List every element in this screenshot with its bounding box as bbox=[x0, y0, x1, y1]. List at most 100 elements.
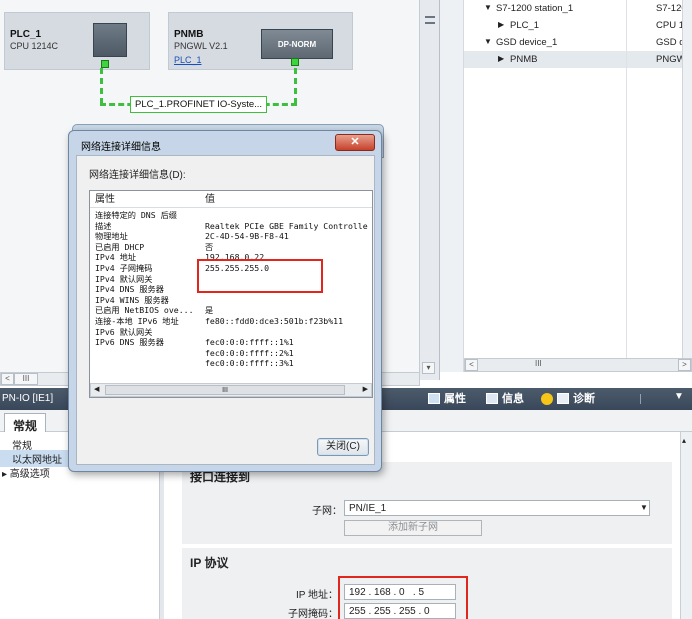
tree-gutter bbox=[440, 0, 464, 372]
close-icon[interactable]: ✕ bbox=[335, 134, 375, 151]
col-value-header: 值 bbox=[205, 194, 215, 205]
scroll-thumb[interactable]: III bbox=[105, 385, 345, 395]
detail-value: fec0:0:0:ffff::3%1 bbox=[205, 358, 294, 369]
scroll-left-button[interactable]: < bbox=[1, 373, 14, 385]
tree-name: GSD device_1 bbox=[496, 37, 558, 48]
view-splitter[interactable]: ▾ bbox=[420, 0, 440, 380]
col-property-header: 属性 bbox=[95, 194, 115, 205]
scroll-left-icon[interactable]: ◀ bbox=[91, 384, 102, 394]
info-badge-icon bbox=[541, 393, 553, 405]
detail-property: IPv4 地址 bbox=[95, 252, 137, 263]
plc1-name: PLC_1 bbox=[10, 29, 42, 40]
detail-property: IPv4 DNS 服务器 bbox=[95, 284, 164, 295]
plc-image-icon bbox=[93, 23, 127, 57]
chevron-right-icon[interactable]: ▶ bbox=[498, 20, 504, 29]
chevron-down-icon[interactable]: ▼ bbox=[484, 37, 492, 46]
nav-advanced-options[interactable]: ▸ 高级选项 bbox=[0, 464, 62, 481]
table-row[interactable]: ▶ PNMB PNGWL ... bbox=[464, 51, 692, 68]
dp-norm-module: DP-NORM bbox=[261, 29, 333, 59]
tree-name: PNMB bbox=[510, 54, 538, 65]
splitter-grip-icon[interactable] bbox=[425, 16, 435, 24]
detail-property: 描述 bbox=[95, 220, 112, 231]
column-divider bbox=[626, 0, 627, 372]
subnet-select[interactable]: PN/IE_1 bbox=[344, 500, 650, 516]
tab-properties[interactable]: 属性 bbox=[444, 388, 466, 410]
network-drop-left bbox=[100, 68, 103, 104]
subnet-mask-label: 子网掩码： bbox=[288, 609, 338, 619]
plc1-port-icon[interactable] bbox=[101, 60, 109, 68]
diagnostics-icon bbox=[557, 393, 569, 404]
details-rows: 连接特定的 DNS 后缀 描述 Realtek PCIe GBE Family Co… bbox=[90, 210, 372, 386]
detail-value: fec0:0:0:ffff::1%1 bbox=[205, 337, 294, 348]
tree-name: S7-1200 station_1 bbox=[496, 3, 574, 14]
table-row[interactable]: ▼ S7-1200 station_1 S7-120... bbox=[464, 0, 692, 17]
chevron-down-icon[interactable]: ▼ bbox=[484, 3, 492, 12]
pnmb-controller-link[interactable]: PLC_1 bbox=[174, 55, 202, 65]
detail-value: fe80::fdd0:dce3:501b:f23b%11 bbox=[205, 316, 344, 326]
info-icon bbox=[486, 393, 498, 404]
splitter-down-icon[interactable]: ▾ bbox=[422, 362, 435, 374]
scroll-left-button[interactable]: < bbox=[465, 359, 478, 371]
section-ip-title: IP 协议 bbox=[190, 556, 229, 570]
ip-address-label: IP 地址： bbox=[295, 590, 338, 601]
detail-property: 连接特定的 DNS 后缀 bbox=[95, 210, 177, 220]
tree-vscrollbar[interactable] bbox=[682, 0, 692, 372]
table-row[interactable]: ▼ GSD device_1 GSD de... bbox=[464, 34, 692, 51]
scroll-right-button[interactable]: > bbox=[678, 359, 691, 371]
ipv4-highlight-box bbox=[197, 259, 323, 293]
plc1-device[interactable]: PLC_1 CPU 1214C bbox=[4, 12, 150, 70]
detail-property: 已启用 NetBIOS ove... bbox=[95, 305, 194, 316]
detail-property: IPv6 默认网关 bbox=[95, 326, 153, 337]
chevron-down-icon[interactable]: ▼ bbox=[674, 391, 684, 402]
properties-title: PN-IO [IE1] bbox=[2, 393, 54, 404]
tab-info[interactable]: 信息 bbox=[502, 388, 524, 410]
panel-window-controls[interactable] bbox=[640, 394, 670, 404]
network-drop-right bbox=[294, 68, 297, 104]
tab-diagnostics[interactable]: 诊断 bbox=[573, 388, 595, 410]
ip-section: IP 协议 IP 地址： 192 . 168 . 0 . 5 子网掩码： 255… bbox=[182, 548, 672, 619]
detail-property: 已启用 DHCP bbox=[95, 241, 145, 252]
interface-section: 接口连接到 子网： PN/IE_1 ▼ 添加新子网 bbox=[182, 462, 672, 544]
detail-value: 是 bbox=[205, 305, 214, 316]
ip-highlight-box bbox=[338, 576, 468, 619]
pnmb-port-icon[interactable] bbox=[291, 58, 299, 66]
details-list[interactable]: 属性 值 连接特定的 DNS 后缀 描述 Realtek PCIe GBE Fami… bbox=[89, 190, 373, 398]
pnmb-name: PNMB bbox=[174, 29, 204, 40]
chevron-right-icon[interactable]: ▶ bbox=[498, 54, 504, 63]
detail-property: 物理地址 bbox=[95, 231, 128, 242]
properties-vscrollbar[interactable]: ▴ bbox=[680, 432, 692, 619]
dialog-title: 网络连接详细信息 bbox=[81, 142, 161, 153]
table-row[interactable]: ▶ PLC_1 CPU 12... bbox=[464, 17, 692, 34]
detail-property: IPv4 子网掩码 bbox=[95, 263, 153, 273]
detail-value: fec0:0:0:ffff::2%1 bbox=[205, 347, 294, 358]
scroll-thumb[interactable]: III bbox=[535, 359, 542, 368]
detail-property: IPv4 WINS 服务器 bbox=[95, 294, 169, 305]
details-hscrollbar[interactable]: ◀ III ▶ bbox=[90, 383, 372, 397]
pnmb-type: PNGWL V2.1 bbox=[174, 41, 228, 51]
details-group-label: 网络连接详细信息(D): bbox=[89, 170, 186, 181]
scroll-right-icon[interactable]: ▶ bbox=[362, 384, 369, 394]
detail-value: 2C-4D-54-9B-F8-41 bbox=[205, 231, 289, 242]
pnmb-device[interactable]: PNMB PNGWL V2.1 PLC_1 DP-NORM bbox=[168, 12, 353, 70]
chevron-up-icon[interactable]: ▴ bbox=[682, 436, 686, 445]
scroll-thumb[interactable]: III bbox=[14, 373, 38, 385]
close-button[interactable]: 关闭(C) bbox=[317, 438, 369, 456]
chevron-down-icon[interactable]: ▼ bbox=[640, 503, 648, 512]
add-subnet-button[interactable]: 添加新子网 bbox=[344, 520, 482, 536]
detail-property: IPv6 DNS 服务器 bbox=[95, 337, 164, 348]
network-details-dialog[interactable]: 网络连接详细信息 ✕ 网络连接详细信息(D): 属性 值 连接特定的 DNS 后… bbox=[68, 130, 382, 472]
plc1-type: CPU 1214C bbox=[10, 41, 59, 51]
properties-icon bbox=[428, 393, 440, 404]
network-label[interactable]: PLC_1.PROFINET IO-Syste... bbox=[130, 96, 268, 113]
detail-property: 连接-本地 IPv6 地址 bbox=[95, 316, 179, 326]
detail-property: IPv4 默认网关 bbox=[95, 273, 153, 284]
subnet-label: 子网： bbox=[312, 506, 342, 517]
dialog-body: 网络连接详细信息(D): 属性 值 连接特定的 DNS 后缀 描述 Realtek … bbox=[76, 155, 375, 465]
content-vscrollbar[interactable] bbox=[672, 432, 680, 619]
device-overview-table[interactable]: ▼ S7-1200 station_1 S7-120... ▶ PLC_1 CP… bbox=[440, 0, 692, 372]
tree-hscrollbar[interactable]: < III > bbox=[464, 358, 692, 372]
detail-value: 否 bbox=[205, 241, 214, 252]
tree-name: PLC_1 bbox=[510, 20, 540, 31]
details-header: 属性 值 bbox=[90, 191, 372, 208]
detail-value: Realtek PCIe GBE Family Controlle bbox=[205, 220, 368, 231]
